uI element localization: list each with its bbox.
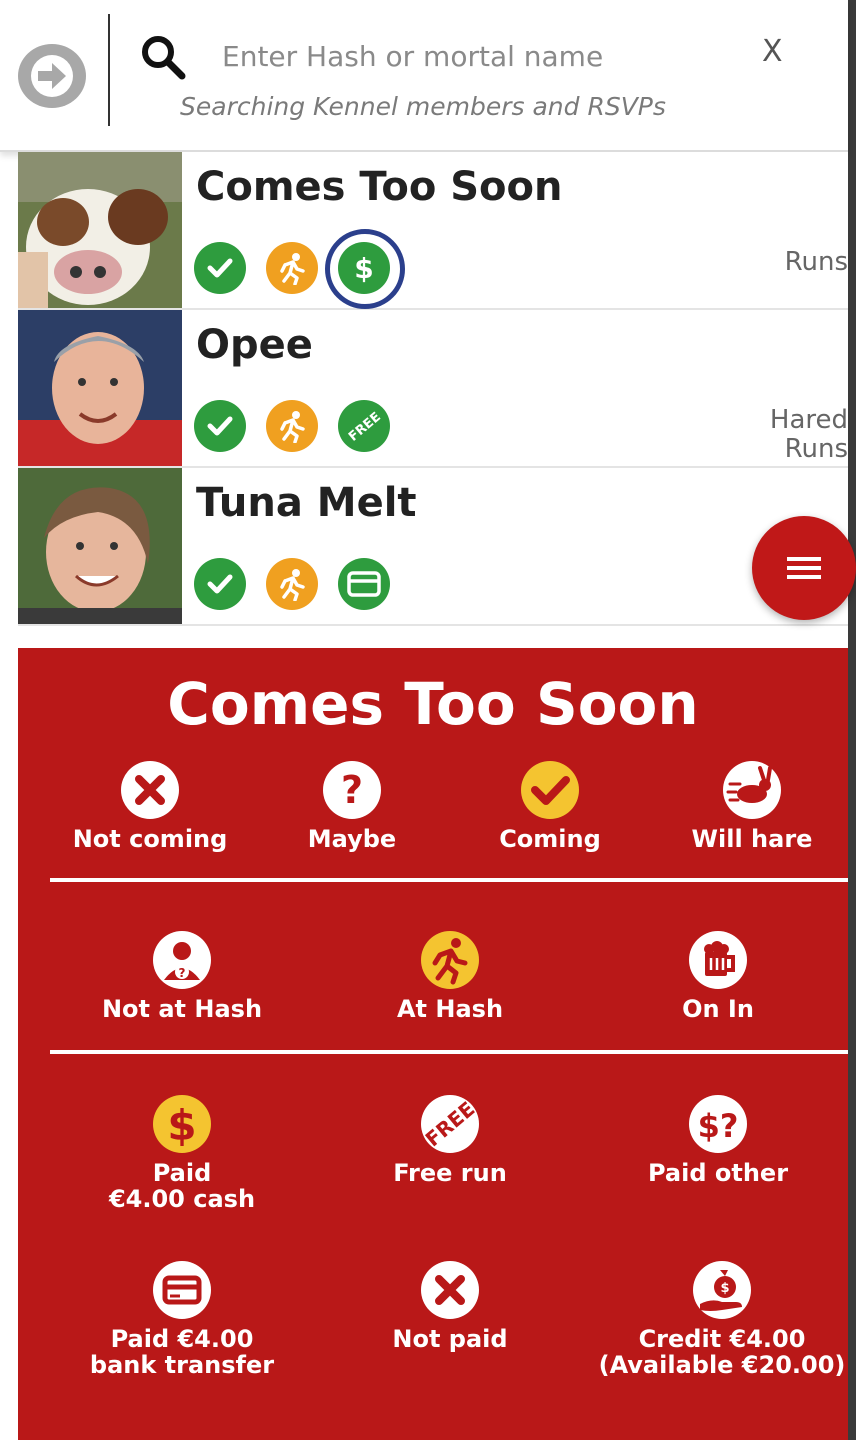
search-icon (142, 36, 186, 80)
svg-text:$: $ (167, 1101, 196, 1150)
person-question-icon: ? (153, 931, 211, 989)
member-action-panel: Comes Too Soon Not coming ? Maybe Coming… (18, 648, 848, 1440)
svg-text:?: ? (341, 768, 363, 812)
coming-check-icon (194, 400, 246, 452)
paid-cash-button[interactable]: $ Paid €4.00 cash (82, 1094, 282, 1212)
member-status-icons: $ (194, 229, 405, 309)
avatar (18, 310, 182, 466)
search-header: X Searching Kennel members and RSVPs (0, 0, 848, 152)
maybe-button[interactable]: ? Maybe (252, 760, 452, 852)
runner-icon (266, 242, 318, 294)
member-stats: Runs (784, 247, 848, 277)
dollar-question-icon: $? (689, 1095, 747, 1153)
member-stats: Hared Runs (769, 405, 848, 464)
window-frame-edge (848, 0, 856, 1440)
not-paid-button[interactable]: Not paid (350, 1260, 550, 1352)
runner-icon (266, 400, 318, 452)
runner-icon (266, 558, 318, 610)
card-icon (153, 1261, 211, 1319)
free-run-button[interactable]: FREE Free run (350, 1094, 550, 1186)
member-name: Opee (196, 322, 313, 368)
svg-text:$: $ (354, 252, 373, 285)
search-input[interactable] (220, 32, 744, 80)
coming-check-icon (194, 242, 246, 294)
section-divider (50, 878, 848, 882)
search-hint: Searching Kennel members and RSVPs (180, 92, 666, 121)
member-row[interactable]: Comes Too Soon $ Runs (18, 152, 848, 310)
coming-check-icon (194, 558, 246, 610)
credit-button[interactable]: $ Credit €4.00 (Available €20.00) (596, 1260, 848, 1378)
member-list: Comes Too Soon $ Runs Opee FREE Hared Ru… (18, 152, 848, 626)
svg-text:$: $ (720, 1281, 729, 1296)
on-in-button[interactable]: On In (618, 930, 818, 1022)
menu-fab-button[interactable] (752, 516, 856, 620)
question-circle-icon: ? (323, 761, 381, 819)
section-divider (50, 1050, 848, 1054)
dollar-icon: $ (325, 229, 405, 309)
member-status-icons: FREE (194, 400, 390, 452)
paid-other-button[interactable]: $? Paid other (618, 1094, 818, 1186)
money-bag-hand-icon: $ (693, 1261, 751, 1319)
will-hare-button[interactable]: Will hare (652, 760, 852, 852)
free-run-icon: FREE (338, 400, 390, 452)
beer-mug-icon (689, 931, 747, 989)
member-name: Comes Too Soon (196, 164, 563, 210)
card-icon (338, 558, 390, 610)
not-at-hash-button[interactable]: ? Not at Hash (82, 930, 282, 1022)
avatar (18, 152, 182, 308)
header-divider (108, 14, 110, 126)
clear-search-button[interactable]: X (762, 34, 783, 69)
svg-text:?: ? (179, 966, 186, 980)
x-circle-icon (421, 1261, 479, 1319)
x-circle-icon (121, 761, 179, 819)
free-run-icon: FREE (421, 1095, 479, 1153)
member-row[interactable]: Tuna Melt H R (18, 468, 848, 626)
member-row[interactable]: Opee FREE Hared Runs (18, 310, 848, 468)
hare-icon (723, 761, 781, 819)
svg-text:$?: $? (698, 1107, 739, 1145)
back-button[interactable] (18, 44, 86, 108)
check-circle-icon (521, 761, 579, 819)
arrow-right-icon (31, 55, 73, 97)
paid-bank-transfer-button[interactable]: Paid €4.00 bank transfer (82, 1260, 282, 1378)
coming-button[interactable]: Coming (450, 760, 650, 852)
panel-title: Comes Too Soon (167, 670, 699, 738)
runner-icon (421, 931, 479, 989)
at-hash-button[interactable]: At Hash (350, 930, 550, 1022)
hamburger-menu-icon (787, 557, 821, 579)
avatar (18, 468, 182, 624)
member-status-icons (194, 558, 390, 610)
svg-text:FREE: FREE (346, 410, 384, 445)
dollar-icon: $ (153, 1095, 211, 1153)
not-coming-button[interactable]: Not coming (50, 760, 250, 852)
member-name: Tuna Melt (196, 480, 417, 526)
